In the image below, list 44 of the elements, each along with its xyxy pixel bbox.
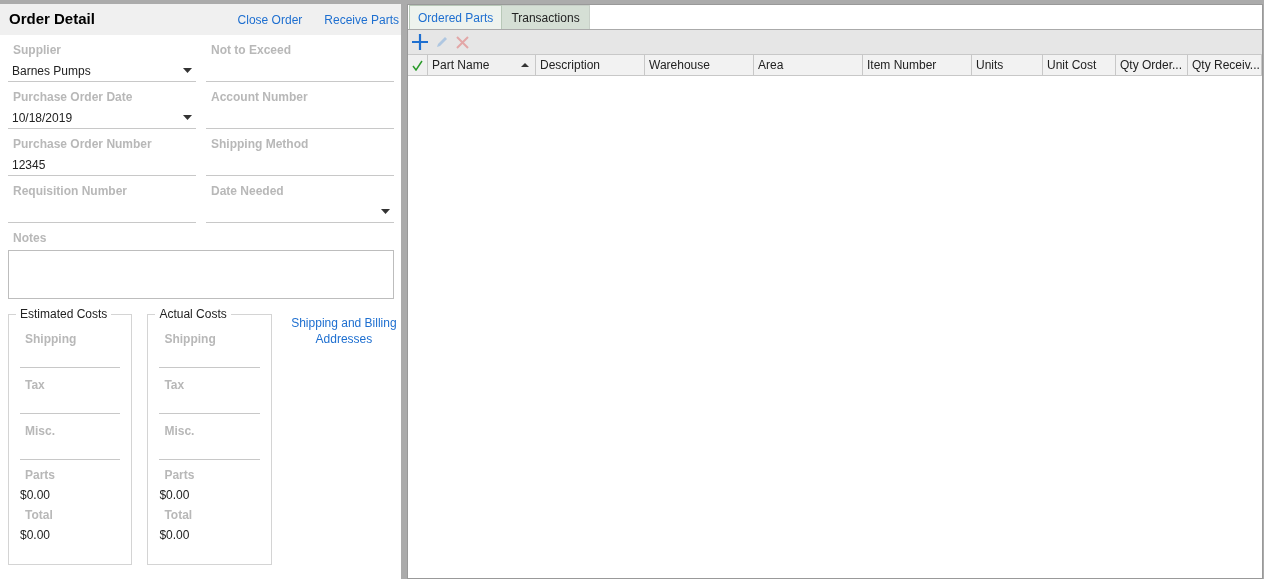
group-title: Actual Costs bbox=[155, 307, 231, 321]
amount-text: $0.00 bbox=[20, 488, 52, 502]
pencil-icon bbox=[435, 35, 449, 49]
amount-text: $0.00 bbox=[159, 528, 191, 542]
dropdown-caret-icon[interactable] bbox=[183, 115, 192, 120]
field-label: Parts bbox=[163, 468, 196, 482]
field-label: Total bbox=[24, 508, 54, 522]
dropdown-caret-icon[interactable] bbox=[183, 68, 192, 73]
field-label: Shipping Method bbox=[210, 136, 310, 151]
field-label: Requisition Number bbox=[12, 183, 128, 198]
amount-text: $0.00 bbox=[159, 488, 191, 502]
checkmark-icon bbox=[412, 59, 423, 71]
dropdown-field[interactable]: Barnes Pumps bbox=[8, 60, 196, 82]
sort-ascending-icon bbox=[521, 63, 529, 67]
field-label: Total bbox=[163, 508, 194, 522]
dropdown-field[interactable]: 10/18/2019 bbox=[8, 107, 196, 129]
field-label: Shipping bbox=[24, 332, 78, 346]
field-label: Misc. bbox=[163, 424, 196, 438]
field-label: Tax bbox=[24, 378, 46, 392]
notes-field[interactable] bbox=[8, 250, 394, 299]
field-label: Account Number bbox=[210, 89, 309, 104]
field-label: Not to Exceed bbox=[210, 42, 292, 57]
plus-icon bbox=[412, 34, 428, 50]
action-link[interactable]: Close Order bbox=[237, 10, 303, 29]
group-title: Estimated Costs bbox=[16, 307, 112, 321]
amount-text: $0.00 bbox=[20, 528, 52, 542]
field-label: Tax bbox=[163, 378, 186, 392]
tab[interactable]: Transactions bbox=[502, 5, 590, 29]
field-label: Parts bbox=[24, 468, 57, 482]
field-label: Notes bbox=[12, 230, 48, 245]
panel-title: Order Detail bbox=[9, 9, 95, 30]
field-label: Date Needed bbox=[210, 183, 285, 198]
add-button[interactable] bbox=[410, 34, 430, 50]
field-label: Supplier bbox=[12, 42, 62, 57]
field-label: Purchase Order Date bbox=[12, 89, 134, 104]
tab[interactable]: Ordered Parts bbox=[409, 5, 503, 29]
field-label: Purchase Order Number bbox=[12, 136, 153, 151]
action-link[interactable]: Receive Parts bbox=[324, 10, 399, 29]
field-label: Shipping bbox=[163, 332, 217, 346]
close-icon bbox=[456, 35, 469, 49]
field-label: Misc. bbox=[24, 424, 56, 438]
addresses-link[interactable]: Shipping and Billing Addresses bbox=[286, 315, 401, 565]
dropdown-caret-icon[interactable] bbox=[381, 209, 390, 214]
input-field[interactable]: 12345 bbox=[8, 154, 196, 176]
